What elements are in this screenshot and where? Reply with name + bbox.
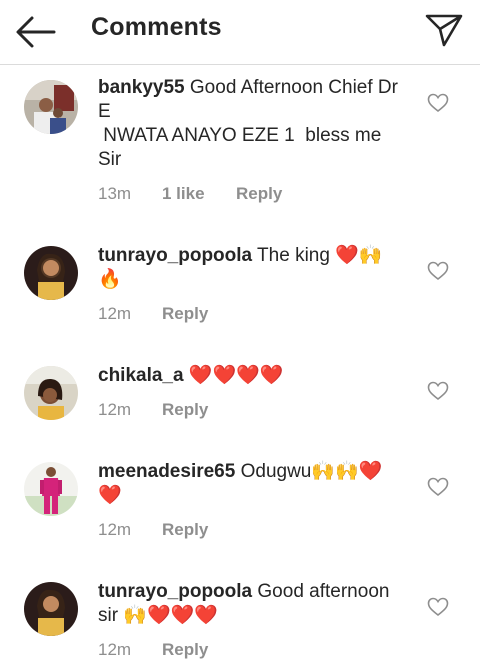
send-icon bbox=[425, 14, 463, 47]
comments-header: Comments bbox=[0, 0, 480, 65]
arrow-left-icon bbox=[16, 16, 56, 48]
reply-button[interactable]: Reply bbox=[162, 640, 208, 660]
comment-time: 12m bbox=[98, 520, 132, 539]
comment-body: tunrayo_popoola Good afternoon sir 🙌❤️❤️… bbox=[98, 580, 408, 628]
comment-meta: 13m 1 like Reply bbox=[98, 184, 282, 204]
comment-username[interactable]: tunrayo_popoola bbox=[98, 245, 252, 266]
heart-outline-icon[interactable] bbox=[427, 261, 449, 281]
heart-outline-icon[interactable] bbox=[427, 477, 449, 497]
comment-body: meenadesire65 Odugwu🙌🙌❤️ ❤️ bbox=[98, 460, 408, 508]
comment-meta: 12m Reply bbox=[98, 520, 208, 540]
page-title: Comments bbox=[91, 13, 222, 41]
comment-username[interactable]: meenadesire65 bbox=[98, 461, 235, 482]
comment-username[interactable]: bankyy55 bbox=[98, 77, 185, 98]
comment-username[interactable]: tunrayo_popoola bbox=[98, 581, 252, 602]
comment-time: 13m bbox=[98, 184, 132, 203]
comment-time: 12m bbox=[98, 400, 132, 419]
comment-time: 12m bbox=[98, 640, 132, 659]
avatar[interactable] bbox=[24, 582, 78, 636]
heart-outline-icon[interactable] bbox=[427, 93, 449, 113]
reply-button[interactable]: Reply bbox=[236, 184, 282, 204]
avatar[interactable] bbox=[24, 366, 78, 420]
comment-time: 12m bbox=[98, 304, 132, 323]
avatar[interactable] bbox=[24, 80, 78, 134]
avatar[interactable] bbox=[24, 462, 78, 516]
avatar[interactable] bbox=[24, 246, 78, 300]
comment-text: ❤️❤️❤️❤️ bbox=[183, 365, 284, 386]
comment-username[interactable]: chikala_a bbox=[98, 365, 184, 386]
heart-outline-icon[interactable] bbox=[427, 597, 449, 617]
reply-button[interactable]: Reply bbox=[162, 304, 208, 324]
comment-meta: 12m Reply bbox=[98, 304, 208, 324]
comment-body: bankyy55 Good Afternoon Chief Dr E NWATA… bbox=[98, 76, 408, 172]
like-count[interactable]: 1 like bbox=[162, 184, 236, 204]
comment-body: chikala_a ❤️❤️❤️❤️ bbox=[98, 364, 408, 388]
back-button[interactable] bbox=[14, 12, 58, 52]
comment-body: tunrayo_popoola The king ❤️🙌 🔥 bbox=[98, 244, 408, 292]
comment-meta: 12m Reply bbox=[98, 640, 208, 660]
reply-button[interactable]: Reply bbox=[162, 520, 208, 540]
heart-outline-icon[interactable] bbox=[427, 381, 449, 401]
reply-button[interactable]: Reply bbox=[162, 400, 208, 420]
comment-meta: 12m Reply bbox=[98, 400, 208, 420]
send-button[interactable] bbox=[424, 12, 464, 48]
